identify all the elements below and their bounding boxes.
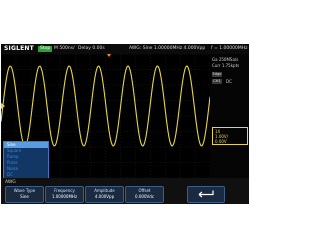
awg-summary: AWG: Sine 1.00000MHz 4.000Vpp	[129, 46, 206, 51]
frequency-counter: f = 1.00000MHz	[211, 46, 248, 51]
top-status-bar: SIGLENT Stop M 500ns/ Delay 0.00s AWG: S…	[1, 44, 249, 54]
delay-readout[interactable]: Delay 0.00s	[78, 44, 105, 54]
return-arrow-icon	[198, 190, 214, 198]
softkey-label: Amplitude	[94, 188, 115, 193]
return-button[interactable]	[187, 186, 225, 203]
run-state-badge[interactable]: Stop	[38, 46, 53, 52]
trigger-type-badge[interactable]: Edge	[212, 72, 222, 77]
frequency-softkey[interactable]: Frequency 1.00000MHz	[45, 186, 84, 203]
softkey-bar-title: AWG	[5, 180, 16, 185]
trigger-coupling: DC	[226, 79, 232, 84]
softkey-label: Frequency	[54, 188, 75, 193]
wave-type-menu[interactable]: Sine Square Ramp Pulse Noise DC	[3, 141, 49, 181]
ch1-info-box[interactable]: 1X 1.00V/ 0.00V	[212, 127, 248, 145]
trigger-source-badge[interactable]: CH1	[212, 79, 222, 84]
softkey-value: 4.000Vpp	[94, 194, 115, 199]
oscilloscope-screen: SIGLENT Stop M 500ns/ Delay 0.00s AWG: S…	[1, 44, 249, 204]
brand-logo: SIGLENT	[4, 45, 34, 52]
softkey-label: Offset	[138, 188, 151, 193]
sample-rate: Ga 250MSa/s	[212, 57, 239, 62]
wave-type-softkey[interactable]: Wave Type Sine	[5, 186, 44, 203]
ch1-offset: 0.00V	[215, 139, 227, 144]
memory-depth: Curr 1.75kpts	[212, 63, 240, 68]
right-info-panel: Ga 250MSa/s Curr 1.75kpts Edge CH1 DC 1X…	[210, 54, 249, 178]
trigger-position-marker[interactable]	[107, 54, 111, 57]
amplitude-softkey[interactable]: Amplitude 4.000Vpp	[85, 186, 124, 203]
timebase-readout[interactable]: M 500ns/	[54, 44, 75, 54]
softkey-value: 0.000Vdc	[135, 194, 154, 199]
softkey-value: 1.00000MHz	[51, 194, 78, 199]
offset-softkey[interactable]: Offset 0.000Vdc	[125, 186, 164, 203]
softkey-label: Wave Type	[13, 188, 36, 193]
softkey-bar: AWG Wave Type Sine Frequency 1.00000MHz …	[1, 178, 249, 204]
softkey-value: Sine	[20, 194, 29, 199]
